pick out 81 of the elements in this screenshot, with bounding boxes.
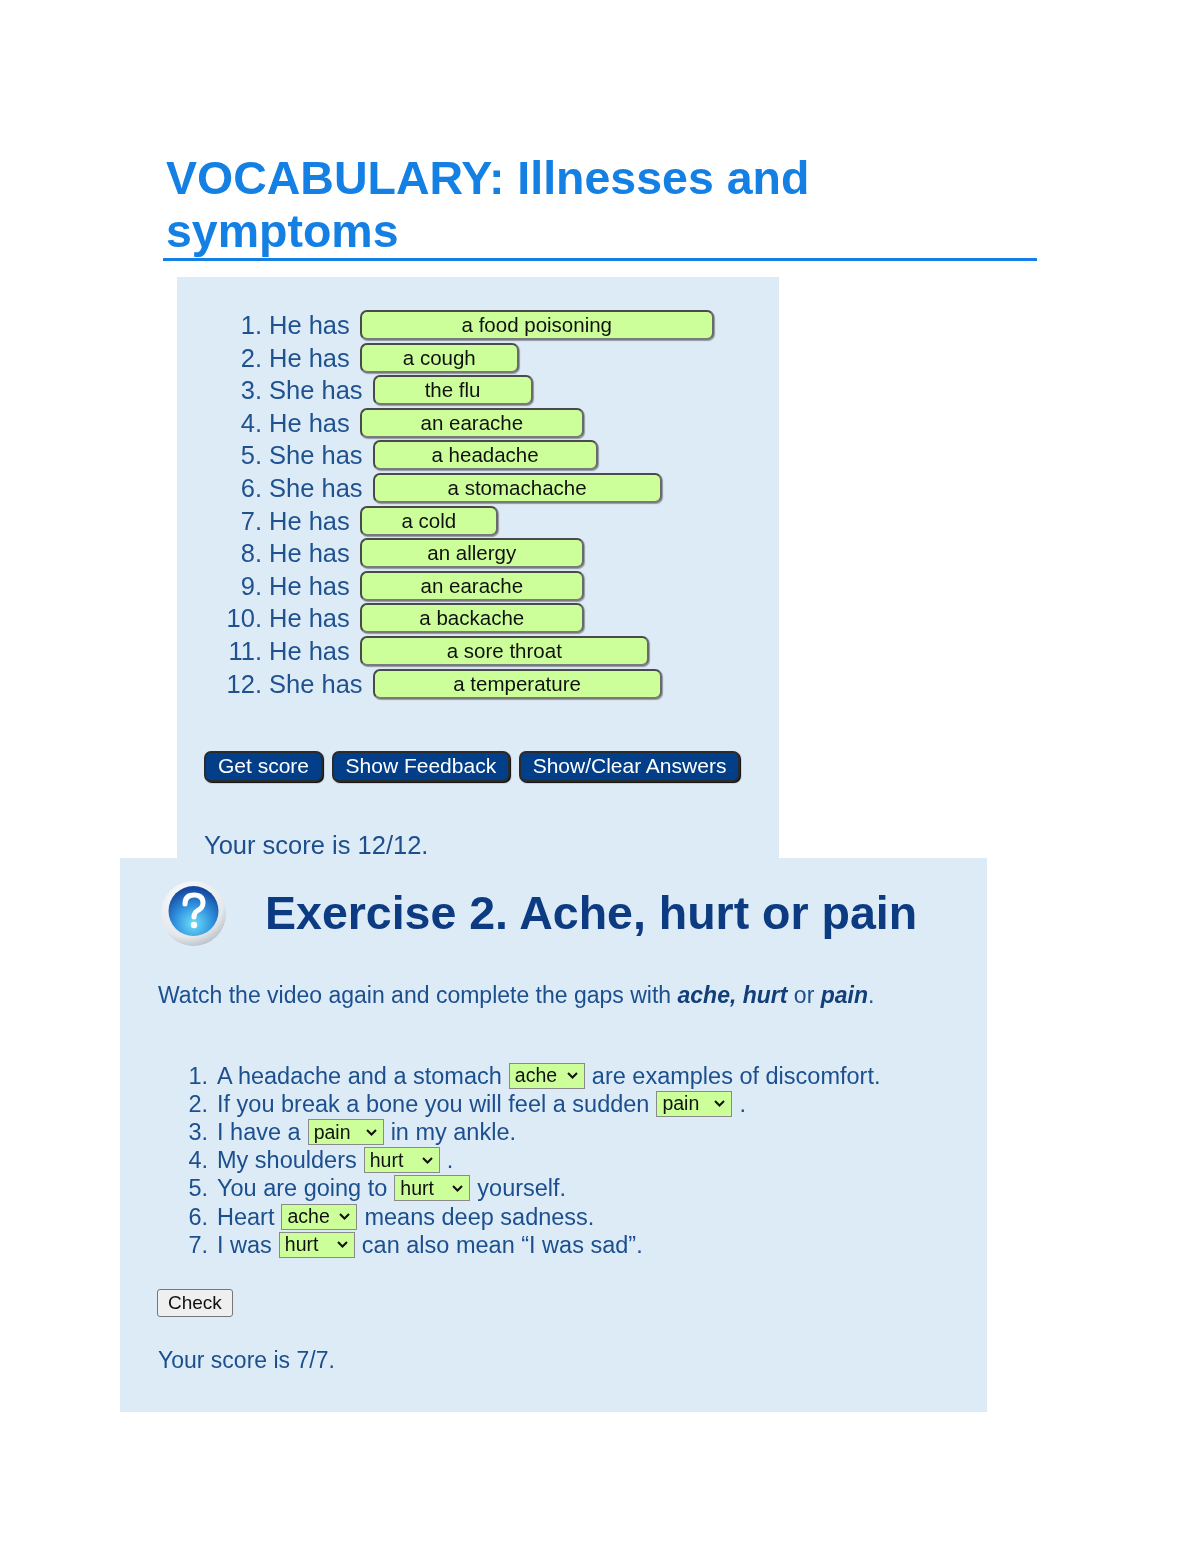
sentence-text: Heart bbox=[217, 1203, 275, 1230]
answer-dropdown[interactable]: pain bbox=[307, 1119, 384, 1145]
answer-dropdown[interactable]: hurt bbox=[394, 1175, 471, 1202]
chevron-down-icon bbox=[421, 1156, 433, 1164]
chevron-down-icon bbox=[452, 1184, 464, 1192]
sentence-text: If you break a bone you will feel a sudden bbox=[217, 1090, 650, 1117]
sentence-text: are examples of discomfort. bbox=[591, 1062, 881, 1089]
item-number: 1. bbox=[240, 311, 262, 339]
item-number: 7. bbox=[240, 506, 262, 535]
chevron-down-icon bbox=[336, 1241, 348, 1249]
answer-tile[interactable]: a headache bbox=[372, 440, 598, 471]
item-number: 6. bbox=[240, 473, 262, 502]
prompt-text: She has bbox=[269, 441, 363, 470]
get-score-button[interactable]: Get score bbox=[204, 750, 324, 782]
sentence-text: in my ankle. bbox=[390, 1119, 516, 1145]
sentence-text: . bbox=[446, 1147, 454, 1174]
prompt-text: He has bbox=[269, 571, 350, 600]
check-button[interactable]: Check bbox=[157, 1289, 233, 1318]
item-number: 3. bbox=[188, 1119, 208, 1145]
prompt-text: He has bbox=[269, 636, 350, 665]
show-clear-answers-button[interactable]: Show/Clear Answers bbox=[518, 750, 741, 782]
item-number: 2. bbox=[240, 343, 262, 372]
page-title: VOCABULARY: Illnesses and symptoms bbox=[165, 152, 811, 258]
answer-tile[interactable]: a sore throat bbox=[359, 635, 649, 666]
sentence-text: I have a bbox=[217, 1119, 301, 1145]
chevron-down-icon bbox=[339, 1213, 351, 1221]
item-number: 12. bbox=[226, 669, 262, 698]
prompt-text: She has bbox=[269, 669, 363, 698]
sentence-text: I was bbox=[217, 1231, 272, 1258]
prompt-text: He has bbox=[269, 408, 350, 437]
sentence-text: A headache and a stomach bbox=[217, 1062, 502, 1089]
answer-tile[interactable]: a backache bbox=[359, 603, 584, 634]
chevron-down-icon bbox=[714, 1100, 726, 1108]
answer-tile[interactable]: a stomachache bbox=[372, 472, 662, 503]
answer-tile[interactable]: an allergy bbox=[359, 538, 584, 569]
item-number: 2. bbox=[188, 1090, 208, 1117]
item-number: 5. bbox=[240, 441, 262, 470]
show-feedback-button[interactable]: Show Feedback bbox=[331, 750, 511, 782]
score-text: Your score is 7/7. bbox=[158, 1347, 335, 1374]
score-text: Your score is 12/12. bbox=[204, 830, 429, 859]
item-number: 3. bbox=[240, 376, 262, 405]
answer-tile[interactable]: a temperature bbox=[372, 668, 662, 699]
answer-tile[interactable]: a food poisoning bbox=[359, 310, 714, 340]
prompt-text: He has bbox=[269, 343, 350, 372]
answer-dropdown[interactable]: ache bbox=[281, 1203, 358, 1230]
item-number: 8. bbox=[240, 539, 262, 568]
answer-dropdown[interactable]: pain bbox=[656, 1090, 733, 1117]
sentence-text: . bbox=[739, 1090, 746, 1117]
chevron-down-icon bbox=[566, 1072, 578, 1080]
sentence-text: means deep sadness. bbox=[364, 1203, 595, 1230]
item-number: 4. bbox=[188, 1147, 208, 1174]
item-number: 7. bbox=[188, 1231, 208, 1258]
item-number: 5. bbox=[188, 1175, 208, 1202]
item-number: 6. bbox=[188, 1203, 208, 1230]
sentence-text: yourself. bbox=[477, 1175, 567, 1202]
prompt-text: She has bbox=[269, 376, 363, 405]
answer-tile[interactable]: a cold bbox=[359, 505, 498, 536]
item-number: 1. bbox=[188, 1062, 208, 1089]
sentence-text: My shoulders bbox=[217, 1147, 357, 1174]
question-mark-icon bbox=[160, 879, 227, 947]
answer-tile[interactable]: the flu bbox=[372, 375, 533, 406]
chevron-down-icon bbox=[365, 1128, 377, 1136]
instruction-text: Watch the video again and complete the gaps with ache, hurt or pain. bbox=[158, 981, 875, 1008]
answer-dropdown[interactable]: hurt bbox=[363, 1147, 440, 1174]
prompt-text: She has bbox=[269, 473, 363, 502]
answer-dropdown[interactable]: hurt bbox=[278, 1231, 355, 1258]
sentence-text: can also mean “I was sad”. bbox=[361, 1231, 643, 1258]
answer-tile[interactable]: a cough bbox=[359, 342, 519, 373]
prompt-text: He has bbox=[269, 539, 350, 568]
prompt-text: He has bbox=[269, 311, 350, 339]
answer-tile[interactable]: an earache bbox=[359, 407, 584, 438]
answer-dropdown[interactable]: ache bbox=[508, 1062, 585, 1089]
prompt-text: He has bbox=[269, 604, 350, 633]
sentence-text: You are going to bbox=[217, 1175, 388, 1202]
prompt-text: He has bbox=[269, 506, 350, 535]
exercise-heading: Exercise 2. Ache, hurt or pain bbox=[265, 886, 918, 941]
item-number: 11. bbox=[228, 636, 262, 665]
item-number: 10. bbox=[226, 604, 262, 633]
answer-tile[interactable]: an earache bbox=[359, 570, 584, 601]
item-number: 9. bbox=[240, 571, 262, 600]
item-number: 4. bbox=[240, 408, 262, 437]
